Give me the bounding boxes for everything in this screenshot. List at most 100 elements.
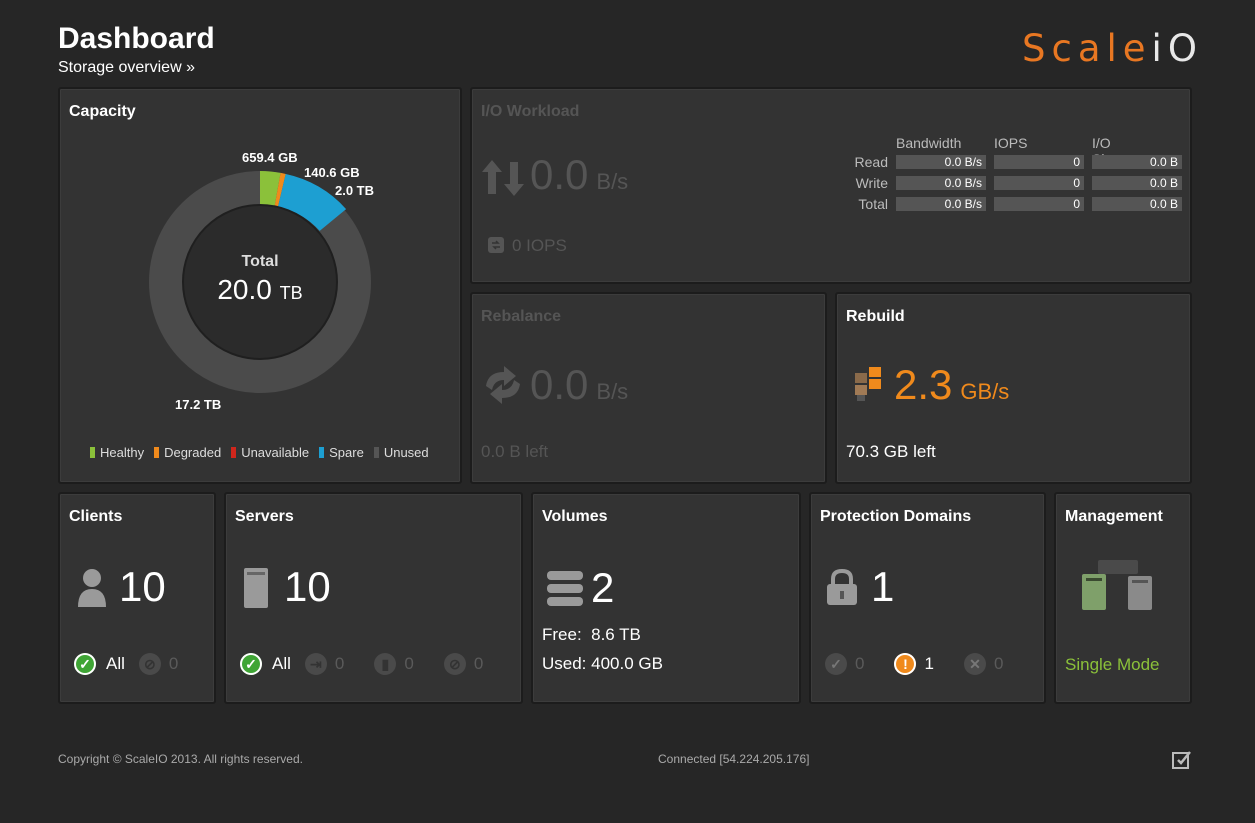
pd-warning-count: 1 (924, 654, 934, 673)
protection-domains-status-row: ✓ 0 ! 1 ✕ 0 (825, 653, 1003, 675)
io-workload-panel[interactable]: I/O Workload 0.0 B/s 0 IOPS Bandwidth IOP… (470, 87, 1192, 284)
total-iops: 0 (994, 197, 1084, 211)
warning-icon: ! (894, 653, 917, 675)
servers-title: Servers (235, 508, 294, 525)
legend-label: Unused (383, 445, 429, 460)
server-icon (244, 568, 268, 608)
unused-value-label: 17.2 TB (175, 397, 222, 412)
clients-title: Clients (69, 508, 123, 525)
degraded-value-label: 140.6 GB (304, 165, 360, 180)
total-bandwidth: 0.0 B/s (896, 197, 986, 211)
legend-unused[interactable]: Unused (373, 445, 429, 460)
servers-stat2: 0 (334, 654, 345, 673)
rebuild-panel[interactable]: Rebuild 2.3 GB/s 70.3 GB left (835, 292, 1192, 484)
management-mode: Single Mode (1065, 655, 1160, 674)
ok-icon: ✓ (825, 653, 847, 675)
servers-panel[interactable]: Servers 10 ✓ All ⇥ 0 ▮ 0 ⊘ 0 (224, 492, 523, 704)
row-label-total: Total (858, 196, 888, 212)
legend-unavailable[interactable]: Unavailable (231, 445, 309, 460)
logo-text-io: iO (1151, 27, 1203, 70)
io-arrows-icon (482, 160, 524, 196)
rebuild-icon (855, 367, 881, 401)
page-title: Dashboard (58, 22, 215, 55)
lock-icon (827, 569, 857, 605)
disconnected-icon: ⊘ (138, 653, 161, 675)
clients-disconnected-count: 0 (168, 654, 179, 673)
legend-swatch-healthy (90, 447, 95, 458)
read-size: 0.0 B (1092, 155, 1182, 169)
legend-swatch-spare (319, 447, 325, 458)
volumes-count: 2 (591, 564, 615, 611)
io-unit: B/s (596, 169, 629, 194)
rebuild-left: 70.3 GB left (846, 442, 936, 461)
total-value: 20.0 (217, 274, 272, 305)
servers-status-row: ✓ All ⇥ 0 ▮ 0 ⊘ 0 (240, 653, 483, 675)
rebalance-title: Rebalance (481, 308, 562, 325)
pd-ok-count: 0 (855, 654, 865, 673)
server-remove-icon: ⇥ (304, 653, 327, 675)
disconnected-icon: ⊘ (443, 653, 466, 675)
servers-stat3: 0 (404, 654, 414, 673)
volumes-icon (547, 571, 583, 606)
healthy-value-label: 659.4 GB (242, 150, 298, 165)
legend-swatch-degraded (154, 447, 160, 458)
management-servers-icon (1082, 560, 1152, 610)
col-header-iops: IOPS (994, 135, 1028, 151)
rebalance-icon (486, 366, 520, 404)
legend-degraded[interactable]: Degraded (154, 445, 221, 460)
legend-label: Healthy (100, 445, 145, 460)
protection-domains-count: 1 (871, 563, 895, 610)
write-size: 0.0 B (1092, 176, 1182, 190)
spare-value-label: 2.0 TB (335, 183, 375, 198)
legend-spare[interactable]: Spare (319, 445, 364, 460)
check-icon: ✓ (240, 653, 262, 675)
row-label-write: Write (855, 175, 888, 191)
clients-panel[interactable]: Clients 10 ✓ All ⊘ 0 (58, 492, 216, 704)
clients-all-label: All (106, 654, 125, 673)
servers-all-label: All (272, 654, 291, 673)
legend-label: Spare (329, 445, 364, 460)
legend-label: Unavailable (241, 445, 310, 460)
rebalance-rate: 0.0 B/s (530, 361, 628, 409)
legend-swatch-unused (373, 447, 379, 458)
management-panel[interactable]: Management Single Mode (1054, 492, 1192, 704)
capacity-panel[interactable]: Capacity 659.4 GB 140.6 GB 2.0 TB 17.2 T… (58, 87, 462, 484)
capacity-legend: Healthy Degraded Unavailable Spare Unuse… (90, 445, 429, 460)
servers-count: 10 (284, 563, 331, 610)
error-icon: ✕ (963, 653, 986, 675)
logo-text-scale: Scale (1022, 27, 1152, 70)
protection-domains-panel[interactable]: Protection Domains 1 ✓ 0 ! 1 ✕ 0 (809, 492, 1046, 704)
protection-domains-title: Protection Domains (820, 508, 972, 525)
iops-icon (488, 237, 504, 253)
rebuild-rate: 2.3 GB/s (894, 361, 1009, 409)
io-value: 0.0 (530, 151, 589, 198)
clients-count: 10 (119, 563, 166, 610)
write-iops: 0 (994, 176, 1084, 190)
volumes-title: Volumes (542, 508, 608, 525)
legend-swatch-unavailable (231, 447, 237, 458)
volumes-used: Used: 400.0 GB (542, 654, 663, 673)
rebuild-unit: GB/s (960, 379, 1010, 404)
scaleio-logo: ScaleiO (1022, 27, 1203, 70)
legend-label: Degraded (164, 445, 222, 460)
rebuild-value: 2.3 (894, 361, 953, 408)
rebalance-left: 0.0 B left (481, 442, 549, 461)
copyright-text: Copyright © ScaleIO 2013. All rights res… (58, 752, 303, 766)
storage-overview-link[interactable]: Storage overview » (58, 59, 195, 77)
pd-error-count: 0 (993, 654, 1004, 673)
rebuild-title: Rebuild (846, 308, 905, 325)
rebalance-panel[interactable]: Rebalance 0.0 B/s 0.0 B left (470, 292, 827, 484)
read-iops: 0 (994, 155, 1084, 169)
total-label: Total (241, 253, 279, 270)
rebalance-value: 0.0 (530, 361, 589, 408)
clients-status-row: ✓ All ⊘ 0 (74, 653, 178, 675)
edit-icon[interactable] (1172, 750, 1192, 770)
management-title: Management (1065, 508, 1163, 525)
connection-status: Connected [54.224.205.176] (658, 752, 810, 766)
volumes-panel[interactable]: Volumes 2 Free: 8.6 TB Used: 400.0 GB (531, 492, 801, 704)
io-bandwidth-value: 0.0 B/s (530, 151, 628, 199)
legend-healthy[interactable]: Healthy (90, 445, 144, 460)
row-label-read: Read (854, 154, 888, 170)
user-icon (78, 569, 106, 607)
col-header-bandwidth: Bandwidth (896, 135, 962, 151)
